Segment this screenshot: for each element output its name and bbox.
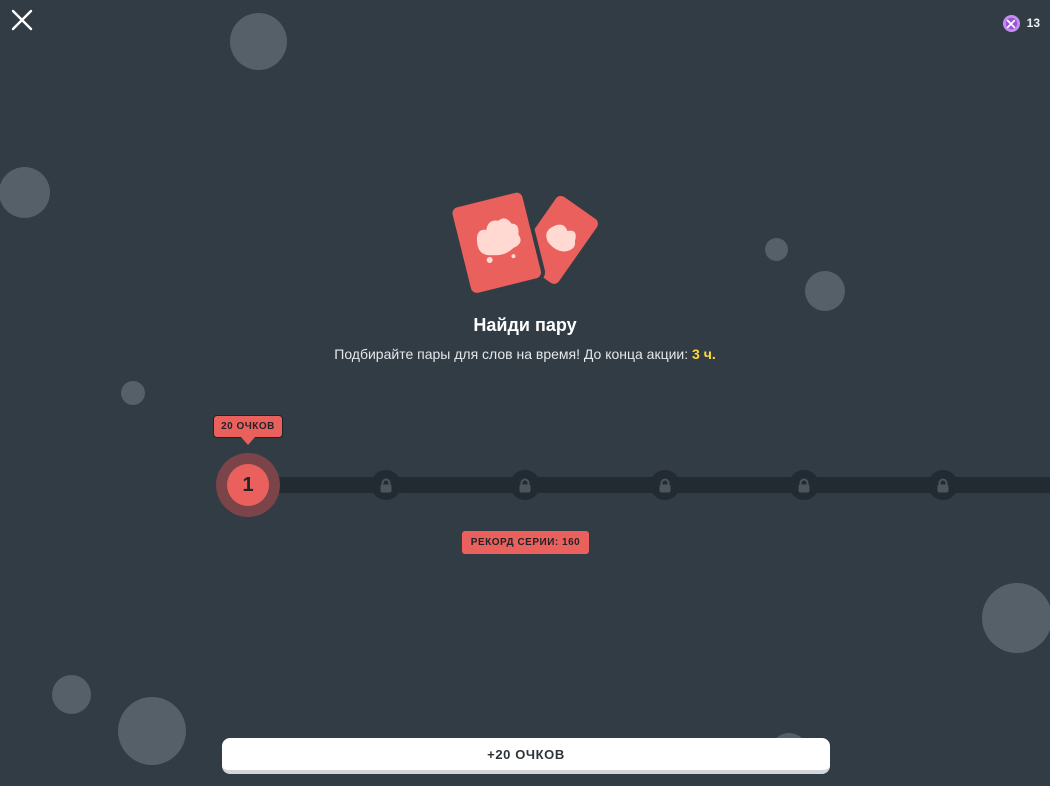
lock-icon — [937, 478, 949, 492]
locked-step-node — [650, 470, 680, 500]
decor-bubble — [52, 675, 91, 714]
decor-bubble — [0, 167, 50, 218]
lock-icon — [380, 478, 392, 492]
decor-bubble — [121, 381, 145, 405]
points-tag: 20 ОЧКОВ — [213, 415, 283, 438]
match-challenge-screen: 13 Найди пару Подбирайте пары для слов н… — [0, 0, 1050, 786]
points-tag-pointer — [241, 437, 255, 445]
gem-count: 13 — [1026, 16, 1040, 30]
decor-bubble — [230, 13, 287, 70]
decor-bubble — [805, 271, 845, 311]
gem-icon — [1002, 14, 1020, 32]
locked-step-node — [371, 470, 401, 500]
page-subtitle: Подбирайте пары для слов на время! До ко… — [0, 346, 1050, 362]
close-icon — [11, 9, 33, 31]
lock-icon — [798, 478, 810, 492]
lock-icon — [659, 478, 671, 492]
claim-points-button[interactable]: +20 ОЧКОВ — [222, 738, 830, 774]
decor-bubble — [118, 697, 186, 765]
active-step-node[interactable]: 1 — [227, 464, 269, 506]
gem-counter: 13 — [1002, 12, 1040, 34]
page-title: Найди пару — [473, 315, 577, 335]
decor-bubble — [765, 238, 788, 261]
matching-cards-illustration — [450, 188, 602, 297]
locked-step-node — [789, 470, 819, 500]
decor-bubble — [982, 583, 1050, 653]
deadline-value: 3 ч. — [692, 346, 716, 362]
streak-record-badge: РЕКОРД СЕРИИ: 160 — [462, 531, 589, 554]
close-button[interactable] — [8, 6, 36, 34]
subtitle-text: Подбирайте пары для слов на время! До ко… — [334, 346, 693, 362]
lock-icon — [519, 478, 531, 492]
locked-step-node — [928, 470, 958, 500]
locked-step-node — [510, 470, 540, 500]
